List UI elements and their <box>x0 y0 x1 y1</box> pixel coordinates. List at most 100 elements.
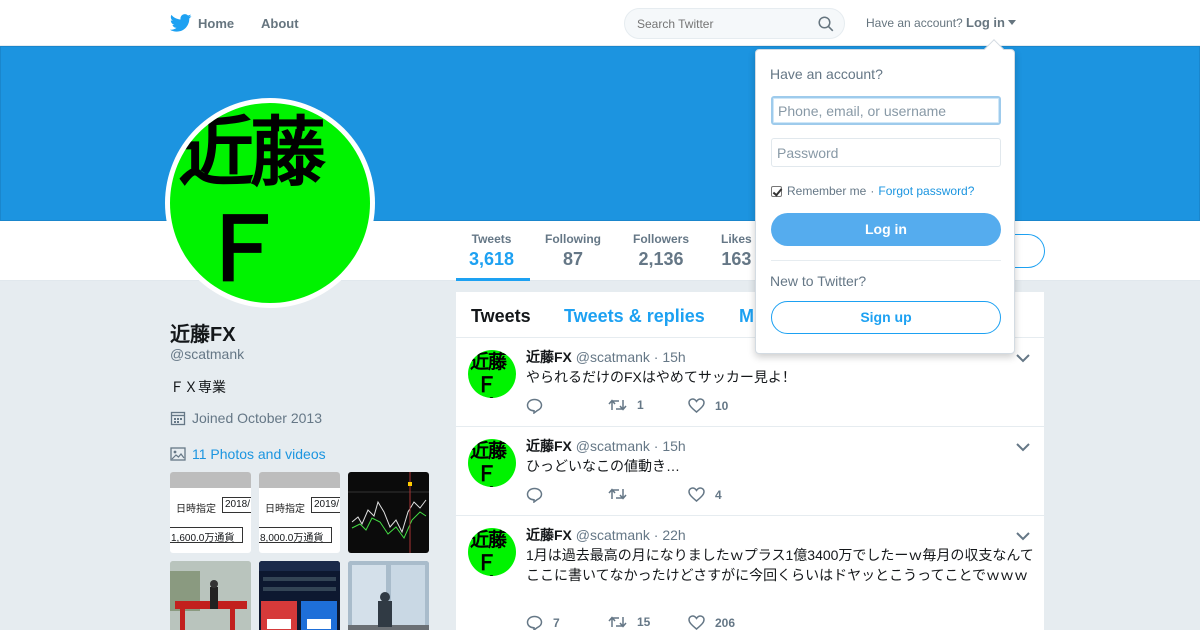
photo-thumbnail[interactable]: 日時指定 2019/ 8,000.0万通貨 <box>259 472 340 553</box>
thumb-text: 日時指定 <box>176 504 216 515</box>
tweet-author-handle[interactable]: @scatmank <box>576 527 650 543</box>
tab-tweets[interactable]: Tweets <box>471 306 531 327</box>
login-button[interactable]: Log in <box>771 213 1001 246</box>
tweet-avatar[interactable]: 近藤 ＦＸ <box>468 528 516 576</box>
tweet-timestamp[interactable]: · 15h <box>654 349 686 365</box>
profile-name[interactable]: 近藤FX <box>170 318 236 347</box>
like-button[interactable]: 4 <box>688 487 722 502</box>
avatar-text-line1: 近藤 <box>178 108 326 197</box>
candlestick-chart-image <box>348 472 429 553</box>
tweet-timestamp[interactable]: · 15h <box>654 438 686 454</box>
stat-tweets[interactable]: Tweets 3,618 <box>469 232 514 270</box>
tweet-author-name[interactable]: 近藤FX <box>526 527 572 543</box>
have-account-text: Have an account? <box>866 16 963 30</box>
stat-followers[interactable]: Followers 2,136 <box>633 232 689 270</box>
retweet-button[interactable] <box>608 487 637 501</box>
avatar-text-line1: 近藤 <box>470 351 507 373</box>
stat-following[interactable]: Following 87 <box>545 232 601 270</box>
tweet-header: 近藤FX @scatmank · 15h <box>526 436 686 456</box>
remember-me-label[interactable]: Remember me <box>787 184 866 198</box>
retweet-button[interactable]: 1 <box>608 398 644 412</box>
stat-likes[interactable]: Likes 163 <box>721 232 752 270</box>
heart-icon <box>688 615 715 630</box>
tweet-author-name[interactable]: 近藤FX <box>526 349 572 365</box>
like-button[interactable]: 206 <box>688 615 735 630</box>
remember-me-checkbox[interactable] <box>771 185 782 197</box>
avatar-text-line2: ＦＸ <box>476 550 499 576</box>
reply-button[interactable] <box>526 398 553 414</box>
login-dropdown-toggle[interactable]: Log in <box>966 15 1016 30</box>
stat-value: 2,136 <box>638 249 684 269</box>
search-box[interactable] <box>624 8 845 39</box>
reply-count: 7 <box>553 616 560 630</box>
new-to-twitter-text: New to Twitter? <box>770 273 867 289</box>
stat-value: 163 <box>721 249 752 269</box>
tab-tweets-replies[interactable]: Tweets & replies <box>564 306 705 327</box>
like-count: 4 <box>715 487 722 502</box>
photos-videos-label: 11 Photos and videos <box>192 446 326 462</box>
chevron-down-icon[interactable] <box>1016 439 1030 457</box>
login-dropdown: Have an account? Remember me · Forgot pa… <box>755 39 1015 354</box>
reply-button[interactable] <box>526 487 553 503</box>
stat-label: Likes <box>721 232 752 246</box>
avatar-text-line1: 近藤 <box>470 440 507 462</box>
tweet-text: 1月は過去最高の月になりましたｗプラス1億3400万でしたーｗ毎月の収支なんてこ… <box>526 547 1034 583</box>
tweet-item[interactable]: 近藤 ＦＸ 近藤FX @scatmank · 22h 1月は過去最高の月になりま… <box>456 516 1044 630</box>
window-view-photo-image <box>348 561 429 630</box>
avatar-text-line2: ＦＸ <box>476 372 499 398</box>
signup-button[interactable]: Sign up <box>771 301 1001 334</box>
nav-home[interactable]: Home <box>170 0 234 46</box>
stat-label: Tweets <box>471 232 512 246</box>
avatar-text-line2: ＦＸ <box>198 197 297 303</box>
password-field[interactable] <box>771 138 1001 167</box>
tweet-avatar[interactable]: 近藤 ＦＸ <box>468 350 516 398</box>
tweet-item[interactable]: 近藤 ＦＸ 近藤FX @scatmank · 15h ひっどいなこの値動き… 4 <box>456 427 1044 516</box>
chevron-down-icon[interactable] <box>1016 528 1030 546</box>
nav-about[interactable]: About <box>261 0 299 46</box>
photo-thumbnail[interactable] <box>259 561 340 630</box>
thumb-header-bar <box>259 472 340 488</box>
avatar-image: 近藤 ＦＸ <box>170 103 370 303</box>
retweet-icon <box>608 487 637 501</box>
retweet-icon <box>608 615 637 629</box>
tab-media[interactable]: M <box>739 306 754 327</box>
forgot-password-link[interactable]: Forgot password? <box>878 184 974 198</box>
tweet-author-name[interactable]: 近藤FX <box>526 438 572 454</box>
thumb-text: 1,600.0万通貨 <box>170 527 243 544</box>
chevron-down-icon[interactable] <box>1016 350 1030 368</box>
tweet-author-handle[interactable]: @scatmank <box>576 438 650 454</box>
photos-videos-link[interactable]: 11 Photos and videos <box>170 446 326 462</box>
tweet-avatar[interactable]: 近藤 ＦＸ <box>468 439 516 487</box>
nav-home-label: Home <box>198 15 235 31</box>
twitter-bird-icon <box>170 14 198 32</box>
profile-handle[interactable]: @scatmank <box>170 346 244 362</box>
tweet-header: 近藤FX @scatmank · 15h <box>526 347 686 367</box>
reply-button[interactable]: 7 <box>526 615 560 630</box>
search-input[interactable] <box>637 17 807 31</box>
heart-icon <box>688 487 715 502</box>
like-count: 10 <box>715 398 729 413</box>
caret-down-icon <box>1008 20 1016 25</box>
retweet-count: 15 <box>637 615 651 629</box>
avatar-text-line1: 近藤 <box>470 529 507 551</box>
retweet-button[interactable]: 15 <box>608 615 650 629</box>
search-icon[interactable] <box>818 16 834 37</box>
photo-thumbnail[interactable]: 日時指定 2018/ 1,600.0万通貨 <box>170 472 251 553</box>
thumb-text: 2018/ <box>222 497 251 513</box>
tweet-text: やられるだけのFXはやめてサッカー見よ！ <box>526 369 796 385</box>
username-field[interactable] <box>771 96 1001 125</box>
tweet-timestamp[interactable]: · 22h <box>654 527 686 543</box>
reply-icon <box>526 487 553 503</box>
photo-thumbnail[interactable] <box>170 561 251 630</box>
tweet-header: 近藤FX @scatmank · 22h <box>526 525 686 545</box>
tweet-author-handle[interactable]: @scatmank <box>576 349 650 365</box>
thumb-header-bar <box>170 472 251 488</box>
like-button[interactable]: 10 <box>688 398 728 413</box>
trading-app-screenshot-image <box>259 561 340 630</box>
stat-label: Following <box>545 232 601 246</box>
photo-thumbnail[interactable] <box>348 561 429 630</box>
photo-thumbnail[interactable] <box>348 472 429 553</box>
profile-avatar[interactable]: 近藤 ＦＸ <box>165 98 375 308</box>
retweet-count: 1 <box>637 398 644 412</box>
stat-value: 3,618 <box>469 249 515 269</box>
